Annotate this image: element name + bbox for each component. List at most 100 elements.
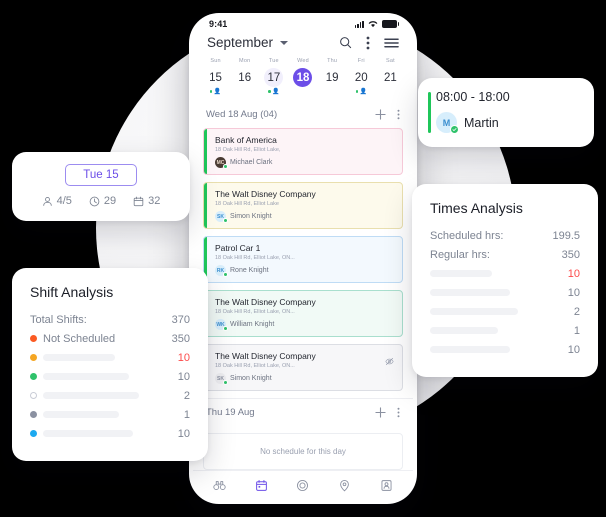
spiral-home-icon <box>296 479 309 497</box>
status-bar-time: 9:41 <box>209 19 228 29</box>
avatar: RK <box>215 265 228 277</box>
avatar: SK <box>215 373 228 385</box>
legend-dot-icon <box>30 354 37 361</box>
analysis-row: 2 <box>30 386 190 405</box>
more-vertical-icon[interactable] <box>397 407 400 418</box>
metric-hours: 29 <box>89 195 116 207</box>
placeholder-bar <box>430 308 518 315</box>
nav-item-home[interactable]: Home <box>282 479 324 500</box>
schedule-person: MC Michael Clark <box>215 157 394 169</box>
week-day-number: 15 <box>209 71 222 84</box>
week-day-name: Sun <box>210 58 221 64</box>
week-day-cell[interactable]: Wed18👤 <box>288 58 317 95</box>
phone-screen: 9:41 September Sun 15 👤 Mon 16 Tue 17 👤 … <box>193 17 413 500</box>
plus-icon[interactable] <box>375 109 386 120</box>
status-dot-icon <box>268 90 271 93</box>
shift-detail-card: 08:00 - 18:00 M Martin <box>418 78 594 147</box>
hamburger-menu-icon[interactable] <box>384 37 399 49</box>
analysis-row-value: 10 <box>177 427 190 440</box>
schedule-address: 18 Oak Hill Rd, Elliot Lake, <box>215 147 281 153</box>
placeholder-bar <box>43 373 129 380</box>
more-vertical-icon[interactable] <box>366 36 370 50</box>
schedule-card[interactable]: The Walt Disney Company 18 Oak Hill Rd, E… <box>203 290 403 337</box>
week-day-name: Wed <box>297 58 309 64</box>
week-day-name: Mon <box>239 58 251 64</box>
battery-icon <box>382 20 399 28</box>
calendar-icon <box>255 479 268 497</box>
schedule-card[interactable]: The Walt Disney Company 18 Oak Hill Rd, E… <box>203 182 403 229</box>
times-analysis-title: Times Analysis <box>430 200 523 216</box>
shift-analysis-rows: Total Shifts: 370 Not Scheduled 350 10 10 2 1 10 <box>30 310 190 443</box>
legend-dot-icon <box>30 373 37 380</box>
analysis-row-value: 350 <box>171 332 190 345</box>
analysis-row: 10 <box>430 264 580 283</box>
analysis-row-label: Regular hrs: <box>430 248 490 261</box>
next-day-section-label: Thu 19 Aug <box>206 407 255 418</box>
week-day-cell[interactable]: Thu19👤 <box>318 58 347 95</box>
schedule-list: Bank of America 18 Oak Hill Rd, Elliot La… <box>193 128 413 391</box>
placeholder-bar <box>43 411 119 418</box>
analysis-row-value: 199.5 <box>552 229 580 242</box>
schedule-card[interactable]: Patrol Car 1 18 Oak Hill Rd, Elliot Lake,… <box>203 236 403 283</box>
placeholder-bar <box>430 327 498 334</box>
nav-item-watch[interactable]: Watch <box>199 479 241 500</box>
day-pill[interactable]: Tue 15 <box>65 164 137 186</box>
month-selector[interactable]: September <box>207 35 289 50</box>
analysis-row-label: Not Scheduled <box>43 332 116 345</box>
schedule-person-name: Michael Clark <box>230 159 273 166</box>
empty-day-message: No schedule for this day <box>203 433 403 470</box>
week-day-name: Thu <box>327 58 338 64</box>
next-day-section-actions <box>375 407 400 418</box>
schedule-person: SK Simon Knight <box>215 373 394 385</box>
schedule-address: 18 Oak Hill Rd, Elliot Lake, ON... <box>215 309 295 315</box>
shift-person: M Martin <box>436 112 580 134</box>
week-day-cell[interactable]: Mon16👤 <box>230 58 259 95</box>
guard-badge-icon <box>380 479 393 497</box>
day-section-label: Wed 18 Aug (04) <box>206 109 278 120</box>
shift-time-range: 08:00 - 18:00 <box>436 90 510 104</box>
week-day-number: 21 <box>384 71 397 84</box>
week-day-cell[interactable]: Fri 20 👤 <box>347 58 376 95</box>
schedule-card[interactable]: The Walt Disney Company 18 Oak Hill Rd, E… <box>203 344 403 391</box>
metric-staff-value: 4/5 <box>56 195 72 207</box>
week-day-marker: 👤 <box>268 88 280 95</box>
avatar: WK <box>215 319 228 331</box>
status-bar: 9:41 <box>193 17 413 29</box>
analysis-row: Regular hrs: 350 <box>430 245 580 264</box>
shift-accent-bar <box>428 92 431 133</box>
schedule-card[interactable]: Bank of America 18 Oak Hill Rd, Elliot La… <box>203 128 403 175</box>
analysis-row-value: 10 <box>567 343 580 356</box>
schedule-title: The Walt Disney Company <box>215 189 316 199</box>
nav-item-schedule[interactable]: Schedule <box>241 479 283 500</box>
check-badge-icon <box>222 380 228 385</box>
nav-item-guard[interactable]: Guard <box>365 479 407 500</box>
next-day-section-header: Thu 19 Aug <box>193 398 413 426</box>
check-badge-icon <box>222 218 228 223</box>
week-day-number: 17 <box>264 68 284 87</box>
analysis-row: 2 <box>430 302 580 321</box>
placeholder-bar <box>43 430 133 437</box>
analysis-row: 10 <box>30 348 190 367</box>
schedule-accent-bar <box>204 183 207 228</box>
person-marker-icon: 👤 <box>213 88 222 95</box>
metric-shifts-value: 32 <box>148 195 161 207</box>
more-vertical-icon[interactable] <box>397 109 400 120</box>
bottom-navigation: WatchScheduleHomeSiteGuard <box>193 470 413 500</box>
analysis-row-value: 2 <box>183 389 190 402</box>
week-day-cell[interactable]: Sun 15 👤 <box>201 58 230 95</box>
times-analysis-card: Times Analysis Scheduled hrs: 199.5 Regula… <box>412 184 598 377</box>
analysis-row-value: 350 <box>561 248 580 261</box>
schedule-address: 18 Oak Hill Rd, Elliot Lake, ON... <box>215 363 295 369</box>
week-day-cell[interactable]: Sat21👤 <box>376 58 405 95</box>
analysis-row-label: Total Shifts: <box>30 313 87 326</box>
shift-person-name: Martin <box>464 115 499 130</box>
week-day-name: Sat <box>385 58 395 64</box>
nav-item-site[interactable]: Site <box>324 479 366 500</box>
shift-analysis-card: Shift Analysis Total Shifts: 370 Not Sched… <box>12 268 208 461</box>
plus-icon[interactable] <box>375 407 386 418</box>
week-day-cell[interactable]: Tue 17 👤 <box>259 58 288 95</box>
binoculars-icon <box>213 479 226 497</box>
search-icon[interactable] <box>339 36 352 49</box>
legend-dot-icon <box>30 411 37 418</box>
eye-off-icon[interactable] <box>385 353 394 371</box>
